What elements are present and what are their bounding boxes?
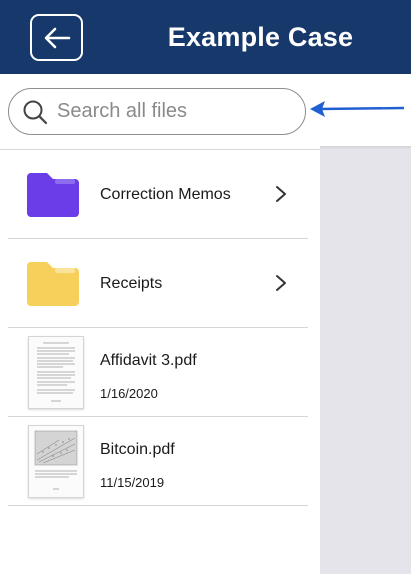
search-input[interactable] — [57, 100, 287, 123]
chevron-right-icon[interactable] — [274, 185, 288, 203]
detail-panel — [320, 149, 411, 574]
item-label: Receipts — [100, 275, 163, 292]
item-label: Bitcoin.pdf — [100, 441, 175, 458]
list-item-correction-memos[interactable]: Correction Memos — [8, 150, 308, 239]
search-icon — [23, 100, 48, 124]
item-label: Correction Memos — [100, 186, 231, 203]
pdf-thumbnail — [28, 336, 84, 409]
folder-icon — [27, 173, 79, 217]
document-preview-icon — [34, 430, 78, 490]
app-header: Example Case — [0, 0, 411, 74]
search-box[interactable] — [8, 88, 306, 135]
arrow-left-icon — [44, 27, 70, 48]
chevron-right-icon[interactable] — [274, 274, 288, 292]
pdf-thumbnail — [28, 425, 84, 498]
folder-icon — [27, 262, 79, 306]
item-date: 11/15/2019 — [100, 475, 165, 490]
back-button[interactable] — [30, 14, 83, 61]
list-item-receipts[interactable]: Receipts — [8, 239, 308, 328]
list-item-affidavit[interactable]: Affidavit 3.pdf 1/16/2020 — [8, 328, 308, 417]
item-date: 1/16/2020 — [100, 386, 158, 401]
annotation-arrow-icon — [310, 101, 405, 117]
page-title: Example Case — [167, 21, 354, 52]
item-label: Affidavit 3.pdf — [100, 352, 197, 369]
document-preview-icon — [37, 342, 75, 402]
list-item-bitcoin[interactable]: Bitcoin.pdf 11/15/2019 — [8, 417, 308, 506]
